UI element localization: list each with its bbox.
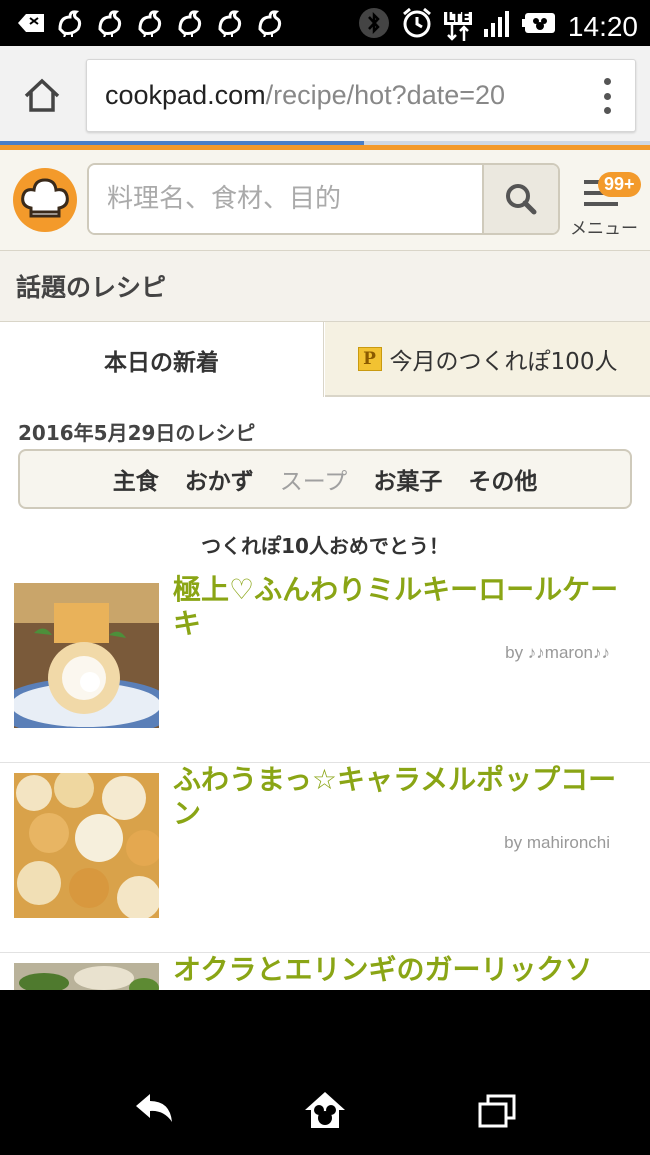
system-indicators: LTE 14:20: [358, 6, 638, 47]
date-heading: 2016年5月29日のレシピ: [18, 421, 256, 445]
bluetooth-icon: [358, 7, 390, 46]
url-host: cookpad.com: [105, 80, 266, 110]
category-other[interactable]: その他: [468, 462, 537, 496]
tab-todays-new[interactable]: 本日の新着: [0, 322, 324, 397]
menu-label: メニュー: [570, 219, 638, 239]
bird-icon: [96, 8, 126, 38]
browser-menu-button[interactable]: [601, 78, 613, 114]
chef-hat-icon: [21, 178, 69, 218]
dot: [603, 92, 611, 100]
search-button[interactable]: [482, 165, 558, 233]
cookpad-logo[interactable]: [13, 168, 77, 232]
dot: [603, 78, 611, 85]
back-button[interactable]: [132, 1090, 176, 1130]
recipe-title[interactable]: オクラとエリンギのガーリックソ: [173, 953, 623, 987]
back-icon: [136, 1094, 172, 1122]
bird-icon: [216, 8, 246, 38]
category-side-dish[interactable]: おかず: [185, 462, 254, 496]
category-main-dish[interactable]: 主食: [113, 462, 159, 496]
bird-icon: [136, 8, 166, 38]
tab-monthly-tsukurepo[interactable]: P 今月のつくれぽ100人: [325, 322, 650, 397]
recipe-author[interactable]: by ♪♪maron♪♪: [505, 643, 610, 663]
alarm-icon: [400, 6, 434, 47]
category-sweets[interactable]: お菓子: [373, 462, 442, 496]
recent-apps-button[interactable]: [476, 1090, 520, 1130]
congrats-message: つくれぽ10人おめでとう！: [201, 533, 449, 558]
envelope-icon: [16, 8, 46, 38]
signal-icon: [482, 9, 512, 44]
notification-area: [16, 8, 286, 38]
search-input[interactable]: [89, 165, 484, 233]
battery-icon: [521, 10, 558, 43]
recipe-item[interactable]: オクラとエリンギのガーリックソ: [0, 953, 650, 990]
recipe-title[interactable]: ふわうまっ☆キャラメルポップコーン: [173, 763, 623, 831]
search-icon: [506, 184, 537, 215]
notification-count-badge: 99+: [598, 172, 641, 197]
recipe-item[interactable]: ふわうまっ☆キャラメルポップコーン by mahironchi: [0, 763, 650, 953]
page-title: 話題のレシピ: [0, 251, 650, 322]
url-path: /recipe/hot?date=20: [265, 80, 506, 110]
bird-icon: [56, 8, 86, 38]
home-button[interactable]: [22, 76, 62, 116]
tab-bar: 本日の新着 P 今月のつくれぽ100人: [0, 322, 650, 397]
search-bar: [87, 163, 560, 235]
site-header: 99+ メニュー: [0, 150, 650, 251]
home-nav-button[interactable]: [303, 1090, 347, 1130]
recipe-author[interactable]: by mahironchi: [504, 833, 610, 853]
category-soup: スープ: [279, 469, 348, 495]
network-type-label: LTE: [444, 11, 472, 26]
recipe-thumbnail[interactable]: [14, 583, 159, 728]
recent-apps-icon: [478, 1094, 516, 1128]
address-bar[interactable]: cookpad.com/recipe/hot?date=20: [86, 59, 636, 132]
system-navigation-bar: [0, 990, 650, 1155]
menu-button[interactable]: 99+ メニュー: [568, 170, 650, 242]
dot: [603, 107, 611, 114]
home-icon: [24, 78, 60, 112]
tab-label: 今月のつくれぽ100人: [389, 348, 618, 375]
category-filter: 主食 おかず スープ お菓子 その他: [18, 449, 632, 509]
lte-icon: LTE: [444, 12, 472, 41]
recipe-title[interactable]: 極上♡ふんわりミルキーロールケーキ: [173, 573, 623, 641]
bird-icon: [176, 8, 206, 38]
status-bar: LTE 14:20: [0, 0, 650, 46]
recipe-thumbnail[interactable]: [14, 773, 159, 918]
web-page: 99+ メニュー 話題のレシピ 本日の新着 P 今月のつくれぽ100人 2016…: [0, 145, 650, 990]
bird-icon: [256, 8, 286, 38]
point-icon: P: [357, 346, 382, 371]
url-text[interactable]: cookpad.com/recipe/hot?date=20: [105, 80, 565, 111]
recipe-thumbnail[interactable]: [14, 963, 159, 990]
clock: 14:20: [567, 10, 638, 42]
browser-toolbar: cookpad.com/recipe/hot?date=20: [0, 46, 650, 144]
home-nav-icon: [305, 1092, 345, 1128]
recipe-item[interactable]: 極上♡ふんわりミルキーロールケーキ by ♪♪maron♪♪: [0, 573, 650, 763]
